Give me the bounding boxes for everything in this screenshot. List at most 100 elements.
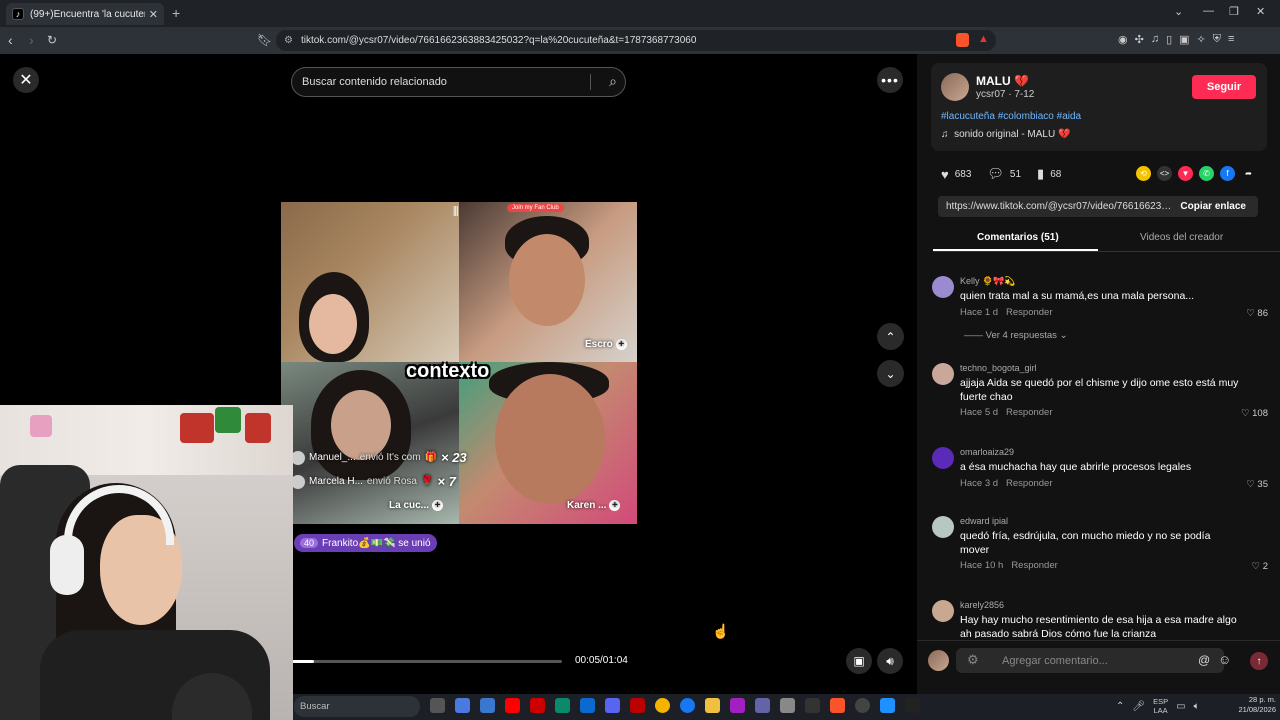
new-tab-icon[interactable]: + (172, 5, 180, 21)
author-name[interactable]: MALU 💔 (976, 74, 1029, 88)
volume-button[interactable]: 🔊︎ (877, 648, 903, 674)
taskbar-search[interactable]: Buscar (294, 696, 420, 717)
reply-button[interactable]: Responder (1011, 560, 1057, 571)
snipping-icon[interactable] (780, 698, 795, 713)
forward-icon[interactable]: › (29, 32, 34, 48)
author-avatar[interactable] (941, 73, 969, 101)
comment-user[interactable]: karely2856 (960, 600, 1004, 610)
onenote-icon[interactable] (730, 698, 745, 713)
brave-rewards-icon[interactable]: ▲ (978, 33, 989, 45)
facebook-app-icon[interactable] (680, 698, 695, 713)
comment-user[interactable]: techno_bogota_girl (960, 363, 1037, 373)
repost-icon[interactable]: ⟲ (1136, 166, 1151, 181)
tab-list-icon[interactable]: ⌄ (1174, 5, 1183, 18)
copy-link-button[interactable]: Copiar enlace (1180, 201, 1246, 212)
next-video-button[interactable]: ⌄ (877, 360, 904, 387)
microphone-tray-icon[interactable]: 🎤︎ (1132, 701, 1145, 712)
embed-icon[interactable]: <> (1157, 166, 1172, 181)
follow-plus-icon[interactable]: + (609, 500, 621, 511)
obs-icon[interactable] (855, 698, 870, 713)
netflix-icon[interactable] (530, 698, 545, 713)
comment-button[interactable]: 💬︎ 51 (987, 166, 1021, 182)
menu-icon[interactable]: ≡ (1228, 33, 1234, 46)
facebook-icon[interactable]: f (1220, 166, 1235, 181)
sound-row[interactable]: ♫ sonido original - MALU 💔 (941, 129, 1070, 140)
save-button[interactable]: ▮ 68 (1037, 166, 1061, 182)
share-arrow-icon[interactable]: ➦ (1241, 166, 1256, 181)
extension-icon[interactable]: ◉ (1118, 33, 1128, 46)
previous-video-button[interactable]: ⌃ (877, 323, 904, 350)
app-icon[interactable] (905, 698, 920, 713)
chrome-icon[interactable] (655, 698, 670, 713)
sidebar-icon[interactable]: ▯ (1166, 33, 1172, 46)
send-friend-icon[interactable]: ▼ (1178, 166, 1193, 181)
avatar[interactable] (932, 600, 954, 622)
avatar[interactable] (932, 276, 954, 298)
avatar[interactable] (932, 447, 954, 469)
app-icon[interactable] (805, 698, 820, 713)
send-comment-button[interactable]: ↑ (1250, 652, 1268, 670)
follow-button[interactable]: Seguir (1192, 75, 1256, 99)
close-player-button[interactable]: ✕ (13, 67, 39, 93)
brave-shields-icon[interactable] (956, 33, 969, 47)
maximize-icon[interactable]: ❐ (1229, 5, 1239, 18)
opera-icon[interactable] (630, 698, 645, 713)
comment-likes[interactable]: ♡ 86 (1246, 308, 1268, 319)
video-progress-bar[interactable] (292, 660, 562, 663)
speaker-icon[interactable]: 🔈︎ (1194, 701, 1200, 712)
comment-likes[interactable]: ♡ 35 (1246, 479, 1268, 490)
reply-button[interactable]: Responder (1006, 307, 1052, 318)
youtube-icon[interactable] (505, 698, 520, 713)
like-button[interactable]: ♥ 683 (941, 167, 971, 182)
outlook-icon[interactable] (580, 698, 595, 713)
emoji-icon[interactable]: ☺ (1218, 652, 1231, 667)
comment-user[interactable]: Kelly 🌻🎀💫 (960, 276, 1016, 287)
view-replies-button[interactable]: —— Ver 4 respuestas ⌄ (964, 330, 1068, 341)
teams-icon[interactable] (755, 698, 770, 713)
avatar[interactable] (932, 363, 954, 385)
discord-icon[interactable] (605, 698, 620, 713)
hashtags[interactable]: #lacucuteña #colombiaco #aida (941, 111, 1081, 122)
my-avatar[interactable] (928, 650, 949, 671)
author-handle[interactable]: ycsr07 (976, 89, 1005, 100)
comment-input[interactable]: Agregar comentario... (956, 648, 1224, 673)
video-frame[interactable]: Escro + La cuc... + Karen ... + ⫴ Join my F… (281, 202, 637, 524)
app-icon[interactable] (880, 698, 895, 713)
reply-button[interactable]: Responder (1006, 407, 1052, 418)
floating-player-button[interactable]: ▣ (846, 648, 872, 674)
leo-icon[interactable]: ✧ (1197, 33, 1206, 46)
copilot-icon[interactable] (455, 698, 470, 713)
language-indicator[interactable]: ESP LAA (1153, 697, 1168, 715)
reload-icon[interactable]: ↻ (47, 33, 57, 47)
whatsapp-icon[interactable]: ✆ (1199, 166, 1214, 181)
brave-taskbar-icon[interactable] (830, 698, 845, 713)
site-info-icon[interactable]: ⚙ (284, 35, 293, 46)
back-icon[interactable]: ‹ (8, 32, 13, 48)
store-icon[interactable] (480, 698, 495, 713)
url-field[interactable]: ⚙ tiktok.com/@ycsr07/video/7661662363883… (276, 30, 996, 51)
mention-icon[interactable]: @ (1198, 653, 1210, 667)
reply-button[interactable]: Responder (1006, 478, 1052, 489)
wallet-icon[interactable]: ▣ (1179, 33, 1189, 46)
comment-likes[interactable]: ♡ 2 (1252, 561, 1268, 572)
comment-user[interactable]: omarloaiza29 (960, 447, 1014, 457)
video-link-field[interactable]: https://www.tiktok.com/@ycsr07/video/766… (938, 196, 1258, 217)
comment-likes[interactable]: ♡ 108 (1241, 408, 1268, 419)
sticker-icon[interactable]: ⚙ (967, 652, 979, 668)
vpn-icon[interactable]: ⛨ (1213, 33, 1221, 46)
comment-user[interactable]: edward ipial (960, 516, 1008, 526)
tab-comments[interactable]: Comentarios (51) (977, 232, 1059, 243)
search-icon[interactable]: ⌕ (609, 73, 617, 90)
file-explorer-icon[interactable] (705, 698, 720, 713)
task-view-icon[interactable] (430, 698, 445, 713)
avatar[interactable] (932, 516, 954, 538)
edge-icon[interactable] (555, 698, 570, 713)
music-icon[interactable]: ♫ (1151, 33, 1159, 46)
close-tab-icon[interactable]: ✕ (149, 8, 158, 21)
bookmark-icon[interactable]: 🔖︎ (257, 33, 272, 47)
browser-tab[interactable]: ♪ (99+)Encuentra 'la cucuteña' ✕ (6, 3, 164, 25)
puzzle-icon[interactable]: ✣ (1135, 33, 1144, 46)
related-search-input[interactable]: Buscar contenido relacionado ⌕ (291, 67, 626, 97)
taskbar-clock[interactable]: 28 p. m. 21/08/2026 (1226, 695, 1276, 715)
network-icon[interactable]: ▭ (1176, 701, 1185, 712)
